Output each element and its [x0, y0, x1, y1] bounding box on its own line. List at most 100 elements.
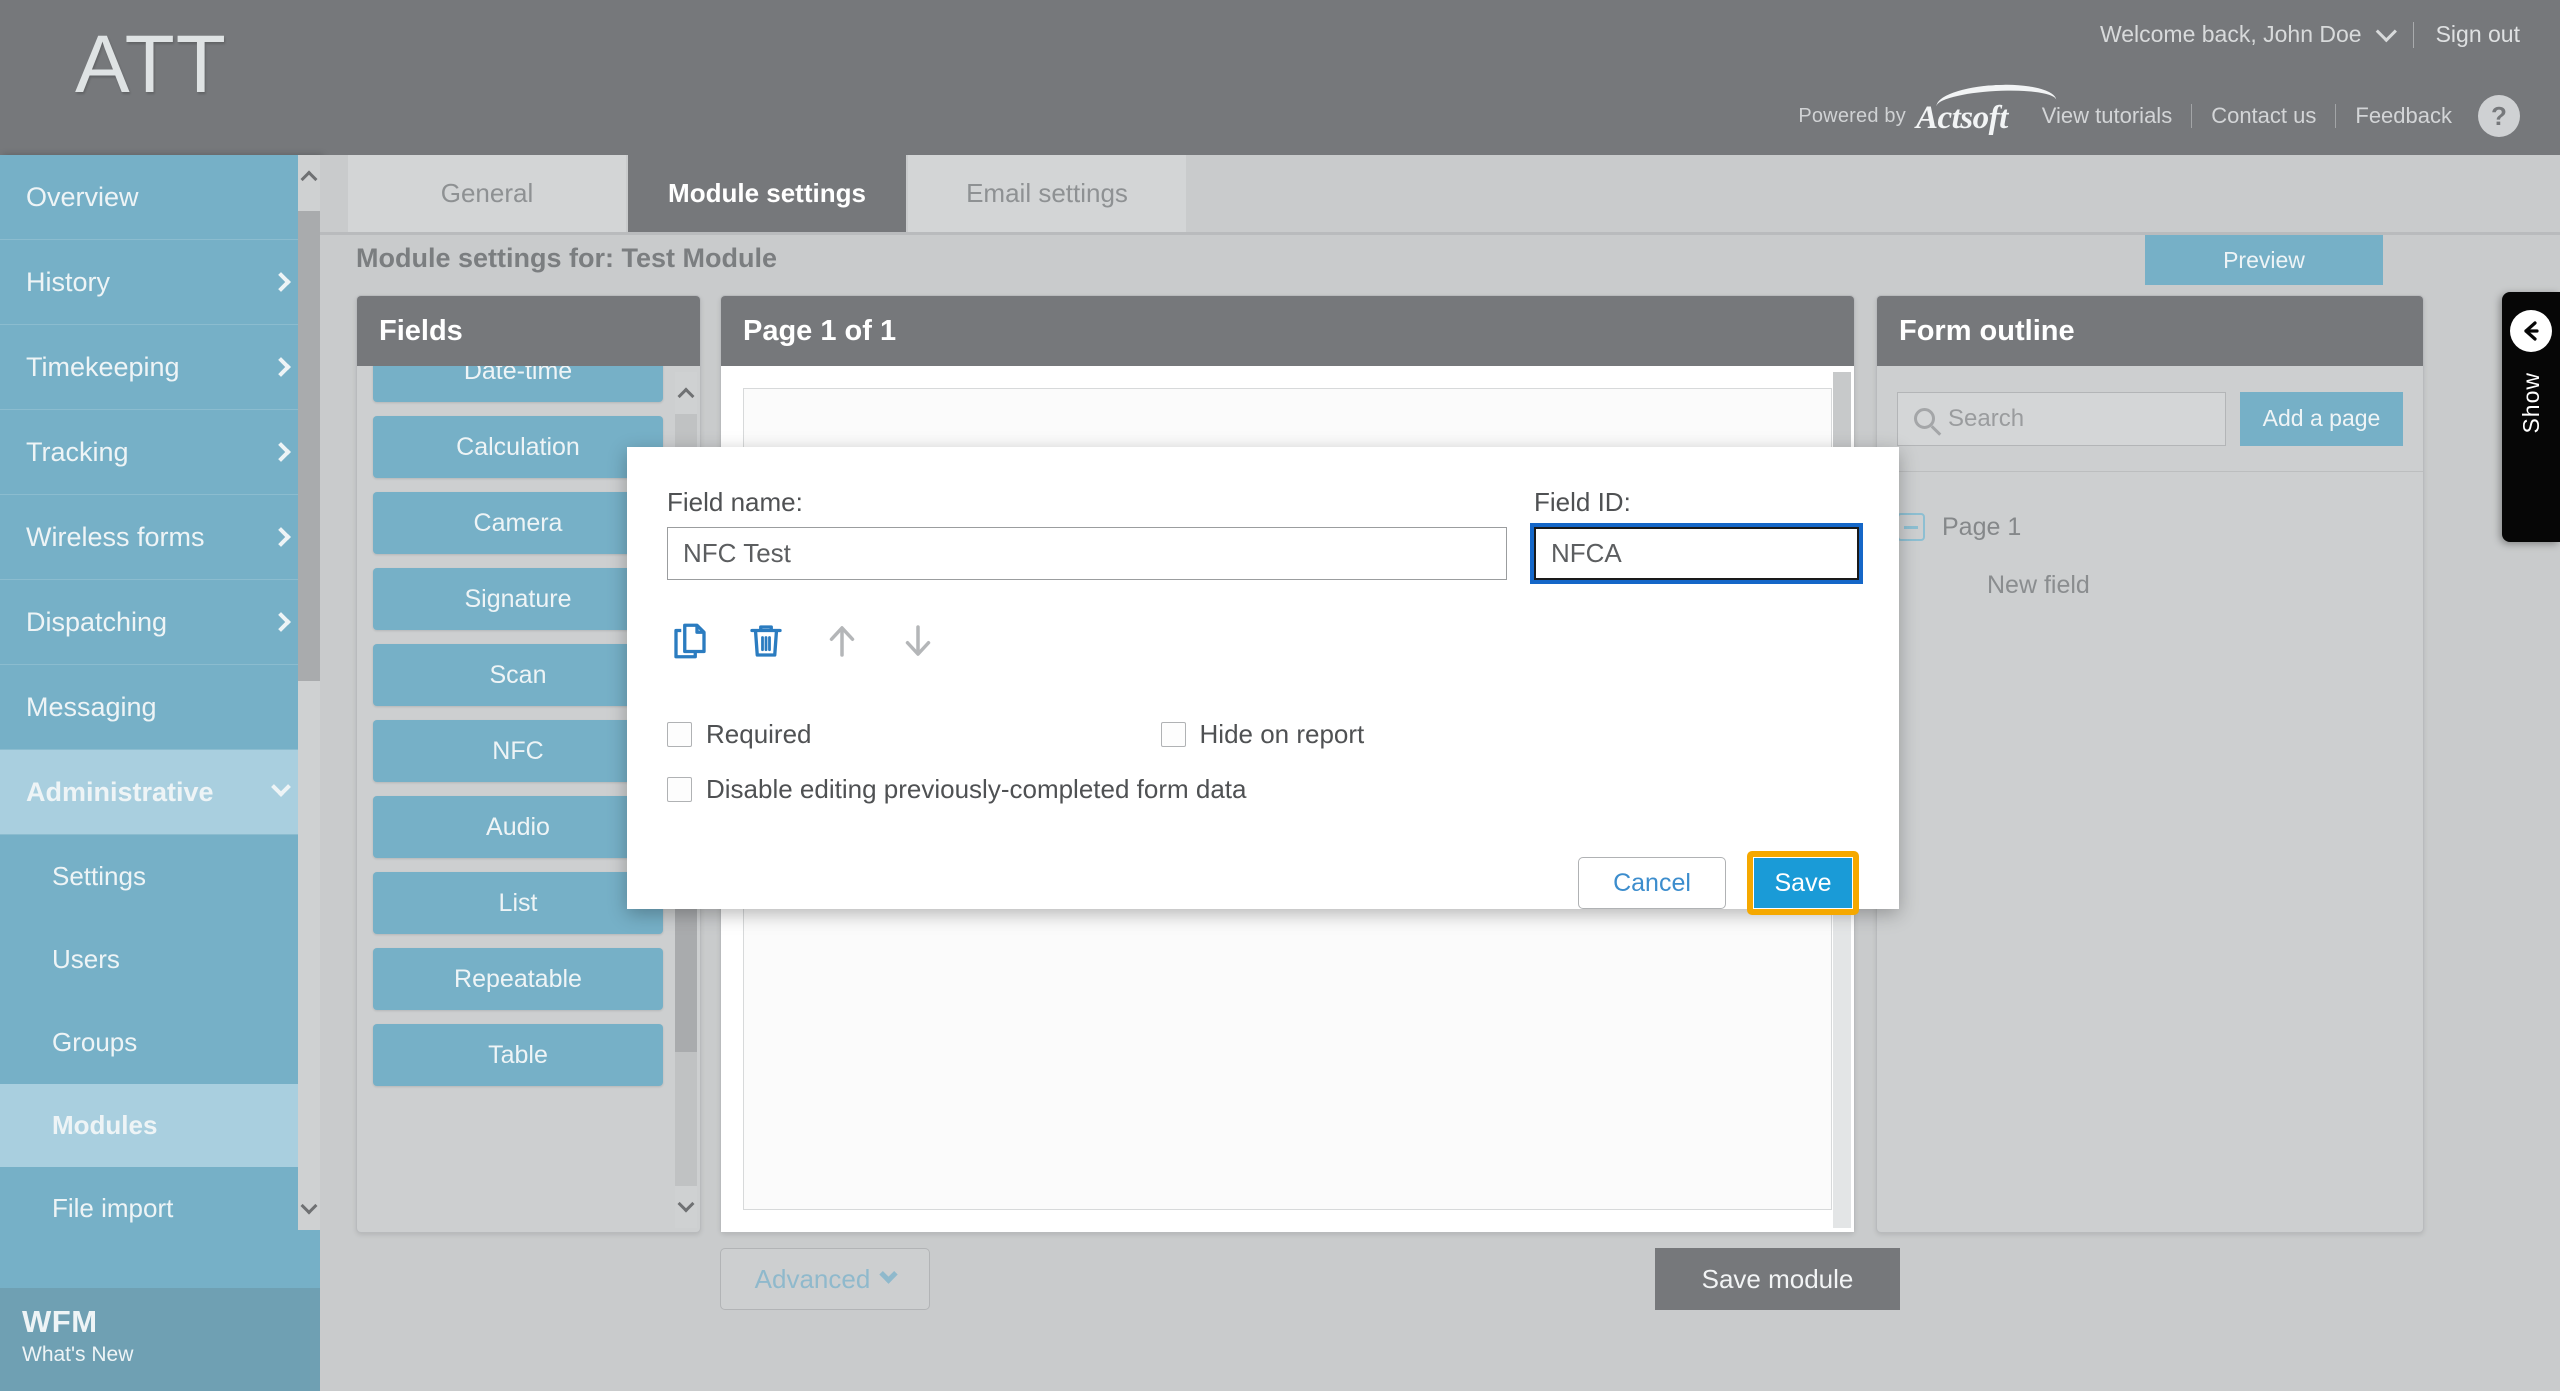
sidebar-item-history[interactable]: History [0, 240, 320, 325]
search-icon [1914, 408, 1935, 429]
tab-general[interactable]: General [348, 155, 628, 232]
trash-icon[interactable] [745, 620, 787, 667]
scroll-down-icon[interactable] [298, 1188, 320, 1230]
disable-editing-checkbox[interactable] [667, 777, 692, 802]
sidebar-item-dispatching[interactable]: Dispatching [0, 580, 320, 665]
powered-by-label: Powered by [1798, 104, 1906, 127]
tree-node-label: Page 1 [1942, 512, 2022, 541]
move-up-icon[interactable] [821, 620, 863, 667]
field-button-nfc[interactable]: NFC [373, 720, 663, 782]
search-input[interactable]: Search [1897, 391, 2226, 446]
hide-on-report-label: Hide on report [1199, 719, 1365, 749]
help-icon[interactable]: ? [2478, 95, 2520, 137]
field-button-audio[interactable]: Audio [373, 796, 663, 858]
field-button-list[interactable]: List [373, 872, 663, 934]
scroll-down-icon[interactable] [675, 1186, 697, 1228]
sidebar-item-label: Overview [26, 181, 139, 212]
sidebar-item-file-import[interactable]: File import [0, 1167, 320, 1250]
field-button-calculation[interactable]: Calculation [373, 416, 663, 478]
sidebar-item-label: Groups [52, 1027, 138, 1057]
checkbox-row-1: Required Hide on report [667, 719, 1859, 750]
preview-button[interactable]: Preview [2145, 235, 2383, 285]
divider [2191, 104, 2193, 128]
scroll-up-icon[interactable] [298, 155, 320, 197]
sidebar-scrollbar[interactable] [298, 155, 320, 1230]
required-checkbox[interactable] [667, 722, 692, 747]
disable-editing-label: Disable editing previously-completed for… [706, 774, 1247, 804]
collapse-icon[interactable] [1897, 513, 1925, 541]
sidebar-item-wireless-forms[interactable]: Wireless forms [0, 495, 320, 580]
field-button-table[interactable]: Table [373, 1024, 663, 1086]
show-panel-toggle[interactable]: Show [2502, 292, 2560, 542]
sidebar-item-modules[interactable]: Modules [0, 1084, 320, 1167]
sidebar-item-label: Settings [52, 861, 146, 891]
scrollbar-thumb[interactable] [298, 211, 320, 681]
welcome-label[interactable]: Welcome back, John Doe [2100, 21, 2362, 48]
cancel-button[interactable]: Cancel [1578, 857, 1726, 909]
tab-module-settings[interactable]: Module settings [628, 155, 908, 232]
actsoft-logo: Actsoft [1916, 81, 2057, 137]
sidebar-item-label: Wireless forms [26, 521, 205, 552]
sidebar-item-label: Administrative [26, 776, 214, 807]
page-title: Module settings for: Test Module [356, 243, 777, 273]
sidebar-item-label: Timekeeping [26, 351, 180, 382]
sign-out-link[interactable]: Sign out [2436, 21, 2520, 48]
wfm-title: WFM [22, 1304, 98, 1339]
copy-icon[interactable] [669, 620, 711, 667]
app-logo: ATT [75, 19, 227, 110]
field-button-scan[interactable]: Scan [373, 644, 663, 706]
top-header: ATT Welcome back, John Doe Sign out Powe… [0, 0, 2560, 155]
advanced-dropdown-button[interactable]: Advanced [720, 1248, 930, 1310]
sidebar-item-administrative[interactable]: Administrative [0, 750, 320, 835]
view-tutorials-link[interactable]: View tutorials [2042, 103, 2172, 129]
sidebar-item-settings[interactable]: Settings [0, 835, 320, 918]
sidebar-item-users[interactable]: Users [0, 918, 320, 1001]
required-checkbox-item[interactable]: Required [667, 719, 812, 750]
move-down-icon[interactable] [897, 620, 939, 667]
dialog-name-id-row: Field name: NFC Test Field ID: NFCA [667, 487, 1863, 584]
sidebar-item-label: Messaging [26, 691, 157, 722]
show-label: Show [2517, 372, 2544, 434]
tab-email-settings[interactable]: Email settings [908, 155, 1188, 232]
tree-node-new-field[interactable]: New field [1897, 556, 2423, 614]
disable-editing-checkbox-item[interactable]: Disable editing previously-completed for… [667, 774, 1247, 805]
outline-toolbar: Search Add a page [1877, 366, 2423, 472]
sidebar-item-tracking[interactable]: Tracking [0, 410, 320, 495]
hide-on-report-checkbox[interactable] [1160, 722, 1186, 747]
field-button-camera[interactable]: Camera [373, 492, 663, 554]
sidebar-item-label: History [26, 266, 111, 297]
field-button-repeatable[interactable]: Repeatable [373, 948, 663, 1010]
chevron-down-icon [271, 777, 291, 797]
wfm-subtitle: What's New [22, 1343, 134, 1366]
field-name-group: Field name: NFC Test [667, 487, 1507, 580]
contact-us-link[interactable]: Contact us [2211, 103, 2316, 129]
header-links-row: Powered by Actsoft View tutorials Contac… [1798, 81, 2520, 137]
sidebar-item-messaging[interactable]: Messaging [0, 665, 320, 750]
add-a-page-button[interactable]: Add a page [2240, 391, 2403, 446]
divider [2335, 104, 2337, 128]
hide-on-report-checkbox-item[interactable]: Hide on report [1160, 719, 1365, 750]
sidebar-item-groups[interactable]: Groups [0, 1001, 320, 1084]
chevron-right-icon [271, 442, 291, 462]
sidebar-item-label: Users [52, 944, 120, 974]
tree-node-page-1[interactable]: Page 1 [1897, 498, 2423, 556]
sidebar-footer-wfm[interactable]: WFM What's New [0, 1288, 320, 1391]
field-id-input[interactable]: NFCA [1530, 523, 1863, 584]
save-module-button[interactable]: Save module [1655, 1248, 1900, 1310]
field-name-input[interactable]: NFC Test [667, 527, 1507, 580]
sidebar-item-label: File import [52, 1193, 174, 1223]
app-root: ATT Welcome back, John Doe Sign out Powe… [0, 0, 2560, 1391]
save-button[interactable]: Save [1754, 858, 1852, 908]
outline-tree: Page 1 New field [1877, 472, 2423, 614]
field-button-date-time[interactable]: Date-time [373, 366, 663, 402]
sidebar-item-timekeeping[interactable]: Timekeeping [0, 325, 320, 410]
feedback-link[interactable]: Feedback [2355, 103, 2452, 129]
arrow-left-icon [2510, 310, 2552, 352]
dialog-actions: Cancel Save [667, 851, 1859, 915]
save-button-highlight: Save [1747, 851, 1859, 915]
chevron-down-icon[interactable] [2375, 21, 2397, 43]
chevron-right-icon [271, 612, 291, 632]
sidebar-item-overview[interactable]: Overview [0, 155, 320, 240]
field-button-signature[interactable]: Signature [373, 568, 663, 630]
scroll-up-icon[interactable] [675, 372, 697, 414]
